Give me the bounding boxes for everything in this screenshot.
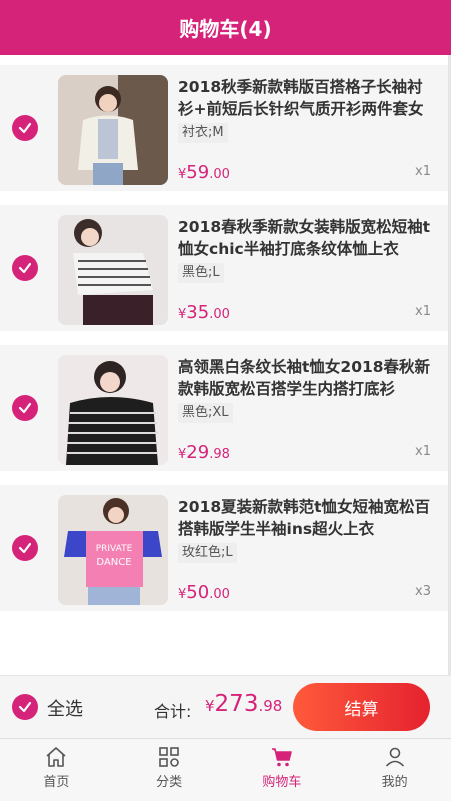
home-icon [46, 747, 66, 767]
product-title[interactable]: 高领黑白条纹长袖t恤女2018春秋新款韩版宽松百搭学生内搭打底衫 [178, 356, 434, 400]
item-checkbox[interactable] [12, 395, 38, 421]
product-spec: 黑色;L [178, 263, 224, 283]
cart-item[interactable]: 2018春秋季新款女装韩版宽松短袖t恤女chic半袖打底条纹体恤上衣 黑色;L … [0, 205, 451, 331]
item-checkbox[interactable] [12, 255, 38, 281]
product-title[interactable]: 2018秋季新款韩版百搭格子长袖衬衫+前短后长针织气质开衫两件套女 [178, 76, 434, 120]
product-quantity: x1 [415, 444, 431, 459]
total-currency: ¥ [205, 697, 215, 715]
product-title[interactable]: 2018夏装新款韩范t恤女短袖宽松百搭韩版学生半袖ins超火上衣 [178, 496, 434, 540]
price-integer: 29 [186, 442, 210, 463]
product-image[interactable]: PRIVATE DANCE [58, 495, 168, 605]
tab-label: 分类 [156, 775, 183, 790]
price-decimal: .00 [209, 167, 230, 182]
total-integer: 273 [214, 691, 259, 717]
product-spec: 玫红色;L [178, 543, 237, 563]
product-image[interactable] [58, 355, 168, 465]
page-title: 购物车(4) [179, 17, 272, 41]
select-all-checkbox[interactable] [12, 694, 38, 720]
price-integer: 59 [186, 162, 210, 183]
price-integer: 35 [186, 302, 210, 323]
price-decimal: .00 [209, 587, 230, 602]
product-spec: 衬衣;M [178, 123, 228, 143]
tab-category[interactable]: 分类 [113, 739, 226, 801]
cart-list[interactable]: 2018秋季新款韩版百搭格子长袖衬衫+前短后长针织气质开衫两件套女 衬衣;M ¥… [0, 55, 451, 675]
total-price: ¥273.98 [205, 691, 282, 717]
product-price: ¥35.00 [178, 302, 230, 323]
tab-label: 我的 [381, 775, 408, 790]
product-title[interactable]: 2018春秋季新款女装韩版宽松短袖t恤女chic半袖打底条纹体恤上衣 [178, 216, 434, 260]
item-checkbox[interactable] [12, 535, 38, 561]
select-all-label[interactable]: 全选 [47, 695, 83, 721]
product-price: ¥59.00 [178, 162, 230, 183]
cart-item[interactable]: 2018秋季新款韩版百搭格子长袖衬衫+前短后长针织气质开衫两件套女 衬衣;M ¥… [0, 65, 451, 191]
checkmark-icon [18, 402, 32, 414]
tab-cart[interactable]: 购物车 [226, 739, 339, 801]
product-quantity: x1 [415, 304, 431, 319]
checkmark-icon [18, 262, 32, 274]
checkmark-icon [18, 122, 32, 134]
product-image[interactable] [58, 75, 168, 185]
page-header: 购物车(4) [0, 0, 451, 55]
checkmark-icon [18, 542, 32, 554]
cart-item[interactable]: PRIVATE DANCE 2018夏装新款韩范t恤女短袖宽松百搭韩版学生半袖i… [0, 485, 451, 611]
svg-text:DANCE: DANCE [96, 557, 131, 568]
svg-text:PRIVATE: PRIVATE [96, 544, 133, 554]
tab-label: 购物车 [262, 775, 302, 790]
checkout-button[interactable]: 结算 [293, 683, 430, 731]
price-decimal: .00 [209, 307, 230, 322]
product-price: ¥50.00 [178, 582, 230, 603]
checkout-bar: 全选 合计: ¥273.98 结算 [0, 675, 451, 738]
total-decimal: .98 [258, 697, 283, 715]
item-checkbox[interactable] [12, 115, 38, 141]
product-spec: 黑色;XL [178, 403, 233, 423]
bottom-tab-bar: 首页 分类 购物车 我的 [0, 738, 451, 801]
user-icon [385, 747, 404, 767]
tab-profile[interactable]: 我的 [338, 739, 451, 801]
price-decimal: .98 [209, 447, 230, 462]
price-integer: 50 [186, 582, 210, 603]
cart-item[interactable]: 高领黑白条纹长袖t恤女2018春秋新款韩版宽松百搭学生内搭打底衫 黑色;XL ¥… [0, 345, 451, 471]
total-label: 合计: [154, 702, 192, 721]
cart-icon [271, 748, 292, 767]
checkmark-icon [18, 701, 32, 713]
product-quantity: x3 [415, 584, 431, 599]
tab-home[interactable]: 首页 [0, 739, 113, 801]
tab-label: 首页 [43, 775, 70, 790]
product-image[interactable] [58, 215, 168, 325]
product-quantity: x1 [415, 164, 431, 179]
product-price: ¥29.98 [178, 442, 230, 463]
category-icon [159, 747, 179, 767]
